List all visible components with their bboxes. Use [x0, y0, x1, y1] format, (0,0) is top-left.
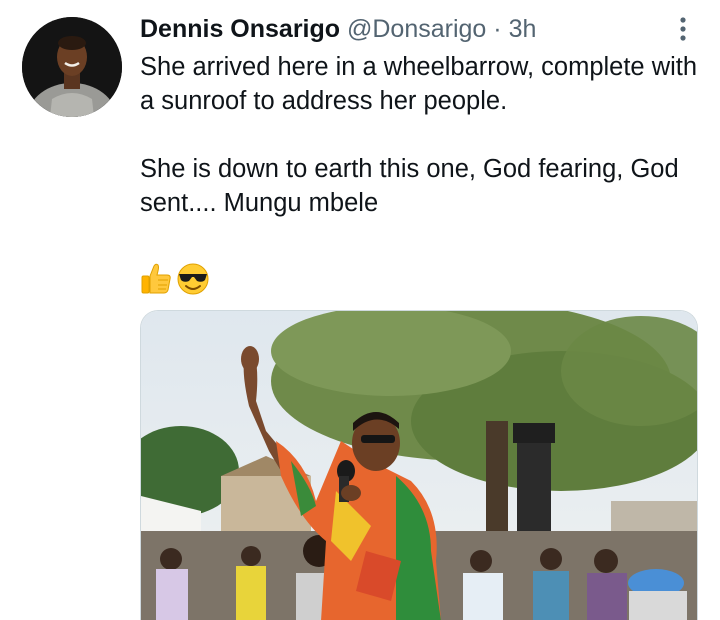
more-options-icon[interactable]: [668, 14, 698, 44]
author-avatar[interactable]: [22, 17, 122, 117]
emoji-row: [140, 262, 210, 296]
tweet-paragraph: She is down to earth this one, God feari…: [140, 155, 679, 217]
author-name[interactable]: Dennis Onsarigo: [140, 15, 340, 43]
thumbs-up-icon: [141, 263, 171, 294]
tweet-text: She arrived here in a wheelbarrow, compl…: [140, 50, 700, 220]
tweet-header: Dennis Onsarigo @Donsarigo · 3h: [140, 14, 536, 44]
smiling-face-with-sunglasses-icon: [177, 263, 209, 295]
tweet-photo[interactable]: [140, 310, 698, 620]
tweet-paragraph: She arrived here in a wheelbarrow, compl…: [140, 53, 698, 115]
author-handle[interactable]: @Donsarigo: [347, 15, 486, 43]
header-separator: ·: [493, 15, 502, 43]
tweet-timestamp[interactable]: 3h: [509, 15, 537, 43]
